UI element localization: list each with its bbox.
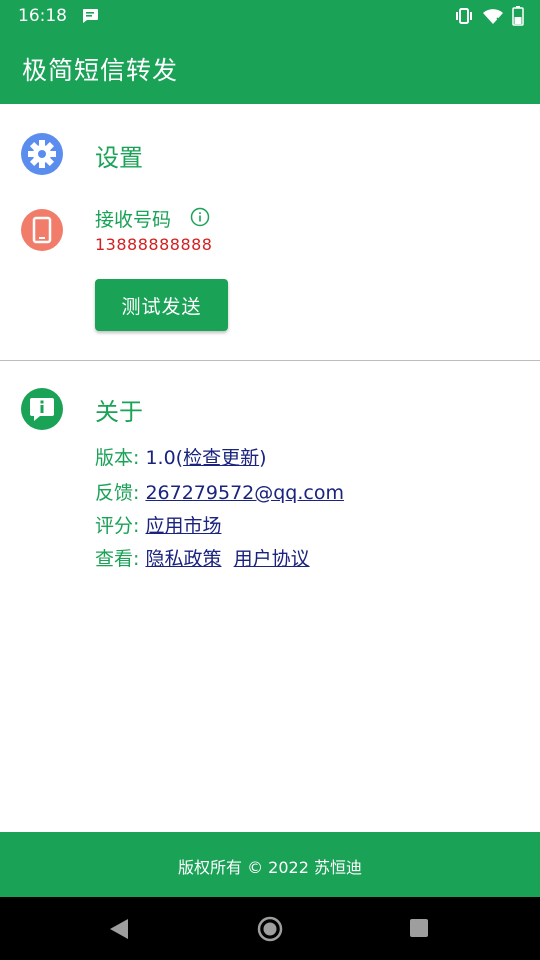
feedback-label: 反馈: xyxy=(95,482,140,504)
user-agreement-link[interactable]: 用户协议 xyxy=(234,548,310,570)
vibrate-icon xyxy=(454,7,474,29)
receive-number-label: 接收号码 xyxy=(95,209,172,231)
status-bar: 16:18 xyxy=(0,0,540,33)
rating-label: 评分: xyxy=(95,515,140,537)
about-title: 关于 xyxy=(95,398,143,426)
receive-number-value[interactable]: 13888888888 xyxy=(95,235,212,254)
privacy-policy-link[interactable]: 隐私政策 xyxy=(145,548,221,570)
info-icon[interactable] xyxy=(190,207,210,231)
status-time: 16:18 xyxy=(18,6,67,26)
message-icon xyxy=(81,8,99,28)
phone-icon xyxy=(21,209,63,251)
footer: 版权所有 © 2022 苏恒迪 xyxy=(0,832,540,897)
settings-title: 设置 xyxy=(95,144,143,172)
version-value: 1.0( xyxy=(145,447,184,469)
app-title: 极简短信转发 xyxy=(22,56,179,85)
wifi-icon xyxy=(482,7,504,29)
version-label: 版本: xyxy=(95,447,140,469)
rating-row: 评分: 应用市场 xyxy=(95,511,221,538)
back-icon[interactable] xyxy=(108,917,130,945)
version-row: 版本: 1.0(检查更新) xyxy=(95,443,267,470)
recents-icon[interactable] xyxy=(409,918,429,942)
test-send-button[interactable]: 测试发送 xyxy=(95,279,228,331)
view-row: 查看: 隐私政策 用户协议 xyxy=(95,544,310,571)
gear-icon xyxy=(21,133,63,175)
version-suffix: ) xyxy=(259,447,267,469)
view-label: 查看: xyxy=(95,548,140,570)
feedback-row: 反馈: 267279572@qq.com xyxy=(95,478,344,505)
chat-info-icon xyxy=(21,388,63,430)
home-icon[interactable] xyxy=(257,916,283,946)
feedback-email-link[interactable]: 267279572@qq.com xyxy=(145,482,344,504)
battery-icon xyxy=(512,6,524,30)
app-bar: 极简短信转发 xyxy=(0,33,540,104)
section-divider xyxy=(0,360,540,361)
copyright-text: 版权所有 © 2022 苏恒迪 xyxy=(178,858,362,877)
system-nav-bar xyxy=(0,897,540,960)
app-market-link[interactable]: 应用市场 xyxy=(145,515,221,537)
check-update-link[interactable]: 检查更新 xyxy=(183,447,259,469)
